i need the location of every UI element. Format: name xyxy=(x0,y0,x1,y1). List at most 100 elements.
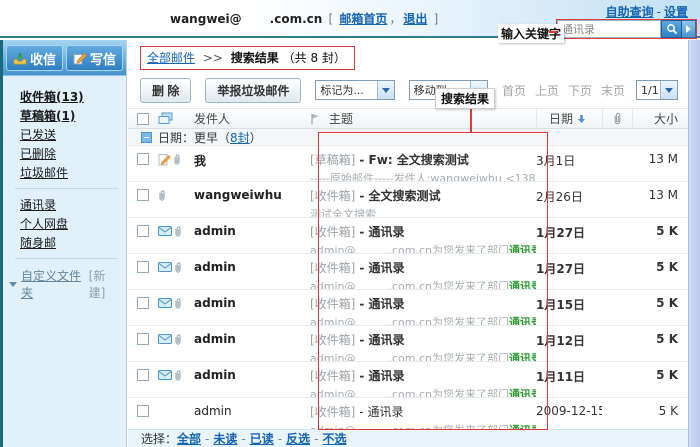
table-header: 发件人 主题 日期 大小 xyxy=(128,108,688,129)
select-link-2[interactable]: 已读 xyxy=(250,430,274,447)
sender[interactable]: admin xyxy=(194,398,310,433)
sidebar-tool-0[interactable]: 通讯录 xyxy=(20,196,126,215)
subject-title[interactable]: - 通讯录 xyxy=(359,297,404,311)
attachment-icon xyxy=(174,261,182,277)
scrollbar[interactable] xyxy=(688,40,700,447)
attachment-icon xyxy=(174,225,182,241)
account-email: wangwei@ xyxy=(170,12,242,26)
settings-link[interactable]: 设置 xyxy=(664,5,688,19)
report-spam-button[interactable]: 举报垃圾邮件 xyxy=(205,78,301,103)
all-mail-link[interactable]: 全部邮件 xyxy=(147,51,195,65)
custom-folder-row: 自定义文件夹 [新建] xyxy=(9,267,120,301)
subject-cell[interactable]: [收件箱]- 通讯录 admin@ .com.cn为您发来了部门通讯录... xyxy=(310,326,536,361)
preview-text: admin@ .com.cn为您发来了部门通讯录... xyxy=(310,314,536,325)
new-folder-link[interactable]: [新建] xyxy=(89,267,120,301)
row-checkbox[interactable] xyxy=(137,369,149,381)
subject-title[interactable]: - 通讯录 xyxy=(359,261,404,275)
sender[interactable]: admin xyxy=(194,254,310,289)
mail-row[interactable]: admin [收件箱]- 通讯录 admin@ .com.cn为您发来了部门通讯… xyxy=(128,290,688,326)
subject-cell[interactable]: [收件箱]- 通讯录 admin@ .com.cn为您发来了部门通讯录... xyxy=(310,290,536,325)
compose-mail-button[interactable]: 写信 xyxy=(66,45,123,71)
select-all-checkbox[interactable] xyxy=(137,113,149,125)
subject-cell[interactable]: [草稿箱]- Fw: 全文搜索测试 -----原始邮件-----发件人:wang… xyxy=(310,146,536,181)
select-link-0[interactable]: 全部 xyxy=(177,430,201,447)
sidebar-tool-1[interactable]: 个人网盘 xyxy=(20,215,126,234)
row-checkbox[interactable] xyxy=(137,189,149,201)
sidebar-folder-0[interactable]: 收件箱(13) xyxy=(20,88,126,107)
sender[interactable]: admin xyxy=(194,218,310,253)
sidebar: 收信 写信 收件箱(13)草稿箱(1)已发送已删除垃圾邮件 通讯录个人网盘随身邮… xyxy=(0,40,127,447)
select-link-1[interactable]: 未读 xyxy=(213,430,237,447)
subject-title[interactable]: - Fw: 全文搜索测试 xyxy=(359,153,468,167)
row-checkbox[interactable] xyxy=(137,225,149,237)
bracket: [ xyxy=(328,12,333,26)
selection-footer: 选择： 全部-未读-已读-反选-不选 xyxy=(128,429,688,447)
mail-row[interactable]: admin [收件箱]- 通讯录 admin@ .com.cn为您发来了部门通讯… xyxy=(128,362,688,398)
subject-title[interactable]: - 通讯录 xyxy=(359,333,404,347)
self-service-link[interactable]: 自助查询 xyxy=(606,5,654,19)
mailbox-home-link[interactable]: 邮箱首页 xyxy=(339,12,387,26)
flag-icon[interactable] xyxy=(310,113,320,125)
mail-row[interactable]: admin [收件箱]- 通讯录 admin@ .com.cn为您发来了部门通讯… xyxy=(128,218,688,254)
separator: - xyxy=(657,5,661,19)
row-checkbox[interactable] xyxy=(137,405,149,417)
column-header-subject[interactable]: 主题 xyxy=(329,110,353,127)
row-checkbox[interactable] xyxy=(137,333,149,345)
row-checkbox[interactable] xyxy=(137,153,149,165)
sender[interactable]: 我 xyxy=(194,146,310,181)
sidebar-folder-3[interactable]: 已删除 xyxy=(20,145,126,164)
sender[interactable]: admin xyxy=(194,362,310,397)
page-number-select[interactable]: 1/1 xyxy=(636,80,678,100)
group-count-link[interactable]: 8封 xyxy=(230,129,250,146)
subject-cell[interactable]: [收件箱]- 通讯录 admin@ .com.cn为您发来了部门通讯录... xyxy=(310,362,536,397)
attachment-column-icon[interactable] xyxy=(613,112,622,125)
search-options-button[interactable] xyxy=(682,20,696,38)
sidebar-folder-2[interactable]: 已发送 xyxy=(20,126,126,145)
mail-row[interactable]: 我 [草稿箱]- Fw: 全文搜索测试 -----原始邮件-----发件人:wa… xyxy=(128,146,688,182)
subject-title[interactable]: - 通讯录 xyxy=(359,405,403,419)
subject-cell[interactable]: [收件箱]- 通讯录 admin@ .com.cn为您发来了部门通讯录... xyxy=(310,254,536,289)
logout-link[interactable]: 退出 xyxy=(403,12,427,26)
preview-plain: admin@ .com.cn为您发来了部门 xyxy=(310,280,509,289)
select-link-4[interactable]: 不选 xyxy=(322,430,346,447)
subject-title[interactable]: - 通讯录 xyxy=(359,225,404,239)
top-banner: wangwei@.com.cn [ 邮箱首页，退出 ] 自助查询-设置 输入关键… xyxy=(0,0,700,38)
last-page-link[interactable]: 末页 xyxy=(601,82,625,99)
column-header-size[interactable]: 大小 xyxy=(632,109,688,128)
sidebar-folder-1[interactable]: 草稿箱(1) xyxy=(20,107,126,126)
sort-descending-icon[interactable] xyxy=(577,114,586,124)
clip-cell xyxy=(602,398,632,433)
search-input[interactable] xyxy=(557,20,661,38)
sender[interactable]: admin xyxy=(194,326,310,361)
subject-title[interactable]: - 通讯录 xyxy=(359,369,404,383)
folder-tag: [收件箱] xyxy=(310,225,355,239)
chevron-down-icon[interactable] xyxy=(9,282,17,287)
account-domain: .com.cn xyxy=(270,12,323,26)
mark-as-select[interactable]: 标记为... xyxy=(315,80,394,100)
mail-row[interactable]: admin [收件箱]- 通讯录 admin@ .com.cn为您发来了部门通讯… xyxy=(128,254,688,290)
subject-cell[interactable]: [收件箱]- 通讯录 admin@ .com.cn为您发来了部门通讯录... xyxy=(310,398,536,433)
subject-cell[interactable]: [收件箱]- 通讯录 admin@ .com.cn为您发来了部门通讯录... xyxy=(310,218,536,253)
first-page-link[interactable]: 首页 xyxy=(502,82,526,99)
mail-stack-icon[interactable] xyxy=(158,112,173,125)
row-checkbox[interactable] xyxy=(137,297,149,309)
sender[interactable]: wangweiwhu xyxy=(194,182,310,217)
custom-folder-link[interactable]: 自定义文件夹 xyxy=(21,267,89,301)
mail-row[interactable]: admin [收件箱]- 通讯录 admin@ .com.cn为您发来了部门通讯… xyxy=(128,326,688,362)
sidebar-folder-4[interactable]: 垃圾邮件 xyxy=(20,164,126,183)
subject-cell[interactable]: [收件箱]- 全文搜索测试 测试全文搜索 xyxy=(310,182,536,217)
subject-title[interactable]: - 全文搜索测试 xyxy=(359,189,440,203)
mail-row[interactable]: wangweiwhu [收件箱]- 全文搜索测试 测试全文搜索 2月26日 13… xyxy=(128,182,688,218)
column-header-sender[interactable]: 发件人 xyxy=(194,109,310,128)
sidebar-tool-2[interactable]: 随身邮 xyxy=(20,234,126,253)
select-link-3[interactable]: 反选 xyxy=(286,430,310,447)
collapse-group-icon[interactable] xyxy=(141,132,152,143)
receive-mail-button[interactable]: 收信 xyxy=(6,45,63,71)
column-header-date[interactable]: 日期 xyxy=(549,110,573,127)
prev-page-link[interactable]: 上页 xyxy=(535,82,559,99)
search-button[interactable] xyxy=(661,20,682,38)
sender[interactable]: admin xyxy=(194,290,310,325)
row-checkbox[interactable] xyxy=(137,261,149,273)
next-page-link[interactable]: 下页 xyxy=(568,82,592,99)
delete-button[interactable]: 删 除 xyxy=(140,78,191,103)
